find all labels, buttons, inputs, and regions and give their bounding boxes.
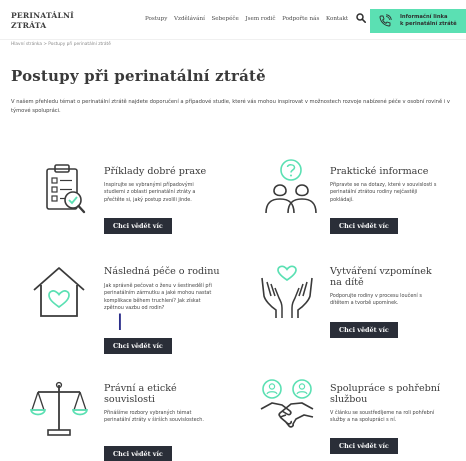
- page-title: Postupy při perinatální ztrátě: [11, 67, 266, 85]
- intro-text: V našem přehledu témat o perinatální ztr…: [11, 99, 450, 114]
- checklist-icon: [46, 164, 86, 214]
- house-heart-icon: [33, 267, 85, 317]
- site-logo[interactable]: PERINATÁLNÍ ZTRÁTA: [11, 11, 101, 30]
- card-title-pravni-line-1: Právní a etické: [104, 383, 177, 394]
- nav-item-kontakt[interactable]: Kontakt: [326, 16, 348, 22]
- nav-item-vzdelavani[interactable]: Vzdělávání: [174, 16, 205, 22]
- card-desc-priklady: Inspirujte se vybranými případovými stud…: [104, 182, 196, 203]
- nav-item-podporte-nas[interactable]: Podpořte nás: [282, 16, 319, 22]
- card-title-pravni[interactable]: Právní a etické souvislosti: [104, 383, 214, 405]
- card-desc-vzpominky: Podporujte rodiny v procesu loučení s dí…: [330, 293, 422, 307]
- card-title-nasledna[interactable]: Následná péče o rodinu: [104, 266, 220, 277]
- phone-icon: [379, 14, 392, 27]
- card-desc-spoluprace: V článku se soustředíjeme na roli pohřeb…: [330, 410, 435, 424]
- card-button-spoluprace[interactable]: Chci vědět víc: [330, 438, 398, 454]
- card-title-spoluprace-line-1: Spolupráce s pohřební: [330, 383, 441, 394]
- card-title-vzpominky[interactable]: Vytváření vzpomínek na dítě: [330, 266, 460, 288]
- card-button-pravni[interactable]: Chci vědět víc: [104, 446, 172, 461]
- card-title-spoluprace-line-2: službou: [330, 394, 368, 405]
- card-title-priklady[interactable]: Příklady dobré praxe: [104, 166, 206, 177]
- hotline-line-1: Informační linka: [400, 14, 448, 20]
- search-icon[interactable]: [356, 13, 366, 23]
- hands-heart-icon: [261, 265, 313, 318]
- logo-line-1: PERINATÁLNÍ: [11, 11, 74, 20]
- card-button-priklady[interactable]: Chci vědět víc: [104, 218, 172, 234]
- card-title-prakticke[interactable]: Praktické informace: [330, 166, 428, 177]
- nav-item-sebepece[interactable]: Sebepéče: [211, 16, 238, 22]
- nav-item-postupy[interactable]: Postupy: [145, 16, 167, 22]
- scales-icon: [30, 381, 88, 436]
- card-desc-pravni: Přinášíme rozbory vybraných témat perina…: [104, 410, 204, 424]
- handshake-icon: [260, 379, 314, 428]
- breadcrumb[interactable]: Hlavní stránka > Postupy při perinatální…: [11, 42, 111, 47]
- main-nav: Postupy Vzdělávání Sebepéče Jsem rodič P…: [145, 16, 355, 22]
- edge-glyph: l: [117, 311, 123, 335]
- question-people-icon: [265, 159, 317, 214]
- site-header: PERINATÁLNÍ ZTRÁTA Postupy Vzdělávání Se…: [0, 0, 466, 40]
- card-button-nasledna[interactable]: Chci vědět víc: [104, 338, 172, 354]
- card-title-spoluprace[interactable]: Spolupráce s pohřební službou: [330, 383, 460, 405]
- card-title-vzpominky-line-2: na dítě: [330, 277, 364, 288]
- card-button-prakticke[interactable]: Chci vědět víc: [330, 218, 398, 234]
- logo-line-2: ZTRÁTA: [11, 20, 47, 30]
- card-button-vzpominky[interactable]: Chci vědět víc: [330, 322, 398, 338]
- hotline-line-2: k perinatální ztrátě: [400, 21, 457, 27]
- card-desc-prakticke: Připravte se na dotazy, které v souvislo…: [330, 182, 437, 203]
- card-title-vzpominky-line-1: Vytváření vzpomínek: [330, 266, 432, 277]
- card-desc-nasledna: Jak správně pečovat o ženu v šestinedělí…: [104, 283, 212, 312]
- nav-item-jsem-rodic[interactable]: Jsem rodič: [245, 16, 275, 22]
- hotline-label: Informační linka k perinatální ztrátě: [400, 14, 464, 28]
- hotline-button[interactable]: Informační linka k perinatální ztrátě: [370, 9, 466, 33]
- card-title-pravni-line-2: souvislosti: [104, 394, 155, 405]
